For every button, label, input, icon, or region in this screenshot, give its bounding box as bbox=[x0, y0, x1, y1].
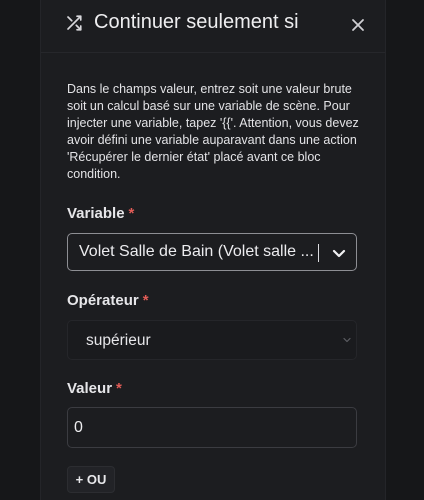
close-icon[interactable] bbox=[348, 15, 368, 35]
operator-select[interactable]: supérieur bbox=[67, 320, 357, 360]
value-label-text: Valeur bbox=[67, 380, 113, 397]
dialog-title: Continuer seulement si bbox=[94, 11, 299, 33]
dialog-header: Continuer seulement si bbox=[41, 0, 385, 53]
required-mark: * bbox=[116, 380, 122, 397]
required-mark: * bbox=[142, 292, 149, 309]
variable-label: Variable * bbox=[67, 205, 134, 222]
chevron-down-icon[interactable] bbox=[342, 335, 352, 345]
variable-select-value: Volet Salle de Bain (Volet salle ... bbox=[79, 243, 314, 260]
dialog-description: Dans le champs valeur, entrez soit une v… bbox=[67, 82, 359, 181]
operator-label: Opérateur * bbox=[67, 292, 149, 309]
value-input[interactable] bbox=[67, 407, 357, 448]
condition-dialog: Continuer seulement si Dans le champs va… bbox=[40, 0, 386, 500]
operator-label-text: Opérateur bbox=[67, 292, 139, 309]
add-or-button[interactable]: + OU bbox=[67, 466, 115, 493]
variable-select[interactable]: Volet Salle de Bain (Volet salle ... bbox=[67, 233, 357, 271]
shuffle-icon bbox=[67, 15, 82, 31]
operator-select-value: supérieur bbox=[86, 332, 151, 349]
chevron-down-icon[interactable] bbox=[330, 244, 348, 262]
variable-label-text: Variable bbox=[67, 205, 125, 222]
required-mark: * bbox=[128, 205, 135, 222]
text-caret bbox=[318, 244, 319, 262]
value-label: Valeur * bbox=[67, 380, 122, 397]
